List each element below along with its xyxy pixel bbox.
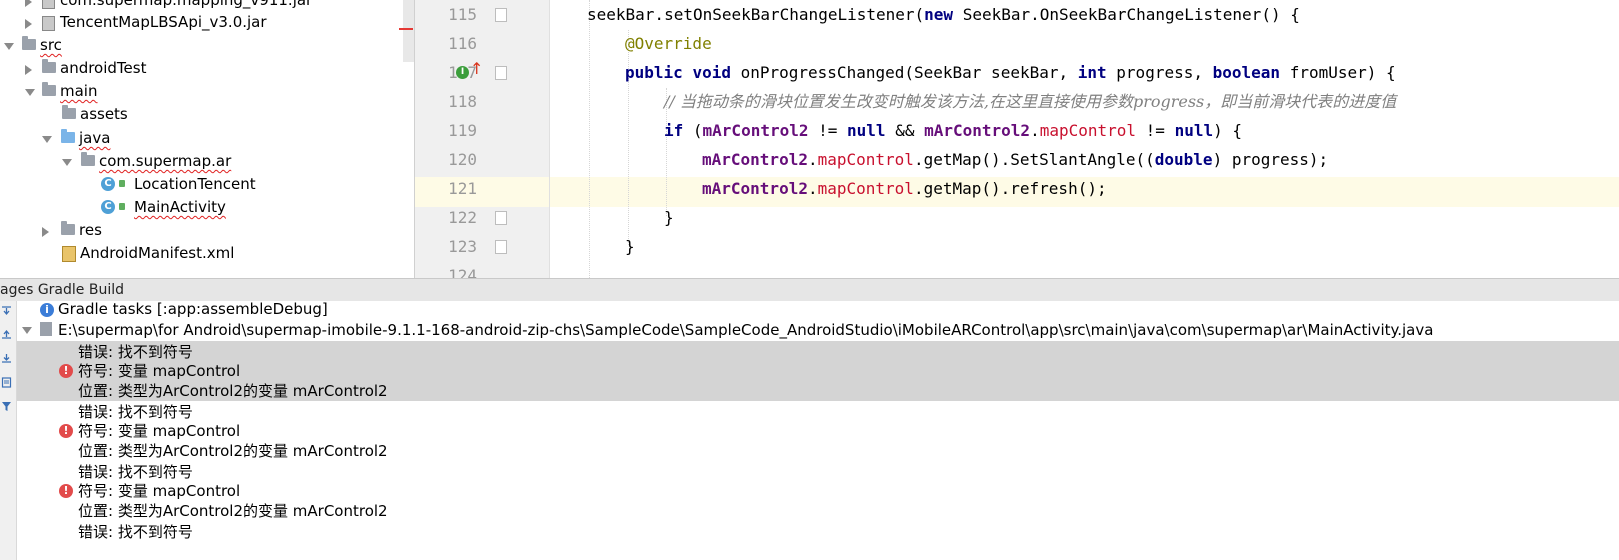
error-message[interactable]: 错误: 找不到符号 xyxy=(78,522,193,542)
error-location[interactable]: 位置: 类型为ArControl2的变量 mArControl2 xyxy=(78,441,388,461)
error-message[interactable]: 错误: 找不到符号 xyxy=(78,342,193,362)
tree-item-label: src xyxy=(40,36,62,54)
folder-icon xyxy=(22,36,36,50)
line-number: 120 xyxy=(448,150,477,169)
class-icon: C xyxy=(101,200,115,214)
document-icon[interactable] xyxy=(1,377,12,388)
chevron-down-icon[interactable] xyxy=(4,43,14,50)
code-line-119: if (mArControl2 != null && mArControl2.m… xyxy=(664,121,1242,140)
folder-icon xyxy=(61,129,75,143)
tree-item-label: java xyxy=(79,129,111,147)
tree-item-label: assets xyxy=(80,105,128,123)
code-line-117: public void onProgressChanged(SeekBar se… xyxy=(625,63,1396,82)
tree-item-label: TencentMapLBSApi_v3.0.jar xyxy=(60,13,267,31)
fold-marker-icon[interactable] xyxy=(495,66,507,80)
line-number: 124 xyxy=(448,266,477,278)
expand-all-icon[interactable] xyxy=(1,305,12,316)
override-arrow-icon[interactable]: ↑ xyxy=(470,61,483,77)
gutter-edge xyxy=(549,0,550,278)
build-messages-panel: i Gradle tasks [:app:assembleDebug] E:\s… xyxy=(0,299,1619,560)
panel-toolbar xyxy=(0,301,17,560)
error-icon: ! xyxy=(59,424,73,438)
error-symbol[interactable]: 符号: 变量 mapControl xyxy=(78,361,240,381)
tree-item-label: main xyxy=(60,82,98,100)
tree-item-label: com.supermap.ar xyxy=(99,152,232,170)
jar-icon xyxy=(42,0,55,9)
error-symbol[interactable]: 符号: 变量 mapControl xyxy=(78,421,240,441)
chevron-down-icon[interactable] xyxy=(42,136,52,143)
class-icon: C xyxy=(101,177,115,191)
indent-guide xyxy=(589,0,590,278)
code-line-120: mArControl2.mapControl.getMap().SetSlant… xyxy=(702,150,1329,169)
folder-icon xyxy=(62,105,76,119)
tree-item-label: MainActivity xyxy=(134,198,226,216)
code-line-118: // 当拖动条的滑块位置发生改变时触发该方法,在这里直接使用参数progress… xyxy=(664,92,1397,111)
package-icon xyxy=(81,152,95,166)
fold-marker-icon[interactable] xyxy=(495,240,507,254)
chevron-down-icon[interactable] xyxy=(22,327,32,334)
code-line-122: } xyxy=(664,208,674,227)
fold-marker-icon[interactable] xyxy=(495,211,507,225)
chevron-down-icon[interactable] xyxy=(25,89,35,96)
xml-file-icon xyxy=(62,246,76,262)
jar-icon xyxy=(42,16,55,31)
error-location[interactable]: 位置: 类型为ArControl2的变量 mArControl2 xyxy=(78,381,388,401)
error-icon: ! xyxy=(59,364,73,378)
tree-item-label: res xyxy=(79,221,102,239)
tree-item-label: androidTest xyxy=(60,59,147,77)
error-symbol[interactable]: 符号: 变量 mapControl xyxy=(78,481,240,501)
code-line-123: } xyxy=(625,237,635,256)
folder-icon xyxy=(42,59,56,73)
tree-item-label: LocationTencent xyxy=(134,175,256,193)
collapse-all-icon[interactable] xyxy=(1,329,12,340)
line-number: 121 xyxy=(448,179,477,198)
tree-item-label: AndroidManifest.xml xyxy=(80,244,235,262)
code-line-121: mArControl2.mapControl.getMap().refresh(… xyxy=(702,179,1107,198)
implements-icon[interactable]: I xyxy=(456,66,469,79)
tree-scrollbar[interactable] xyxy=(403,0,414,62)
error-icon: ! xyxy=(59,484,73,498)
line-number: 115 xyxy=(448,5,477,24)
chevron-down-icon[interactable] xyxy=(62,159,72,166)
error-file-path[interactable]: E:\supermap\for Android\supermap-imobile… xyxy=(58,320,1433,340)
error-marker xyxy=(399,28,413,30)
error-message[interactable]: 错误: 找不到符号 xyxy=(78,402,193,422)
code-line-116: @Override xyxy=(625,34,712,53)
chevron-right-icon[interactable] xyxy=(25,65,32,75)
lock-icon xyxy=(119,203,125,210)
gradle-tasks-node[interactable]: Gradle tasks [:app:assembleDebug] xyxy=(58,299,328,319)
tool-window-title: ages Gradle Build xyxy=(0,282,124,298)
folder-icon xyxy=(61,221,75,235)
line-number: 118 xyxy=(448,92,477,111)
code-line-115: seekBar.setOnSeekBarChangeListener(new S… xyxy=(587,5,1300,24)
error-message[interactable]: 错误: 找不到符号 xyxy=(78,462,193,482)
export-icon[interactable] xyxy=(1,353,12,364)
line-number: 119 xyxy=(448,121,477,140)
project-tree: com.supermap.mapping_v911.jar TencentMap… xyxy=(0,0,422,278)
line-number: 116 xyxy=(448,34,477,53)
chevron-right-icon[interactable] xyxy=(42,227,49,237)
info-icon: i xyxy=(40,303,54,317)
line-number: 122 xyxy=(448,208,477,227)
fold-marker-icon[interactable] xyxy=(495,8,507,22)
error-location[interactable]: 位置: 类型为ArControl2的变量 mArControl2 xyxy=(78,501,388,521)
lock-icon xyxy=(119,180,125,187)
folder-icon xyxy=(42,82,56,96)
java-file-icon xyxy=(40,322,52,336)
filter-icon[interactable] xyxy=(1,401,12,412)
line-number: 123 xyxy=(448,237,477,256)
